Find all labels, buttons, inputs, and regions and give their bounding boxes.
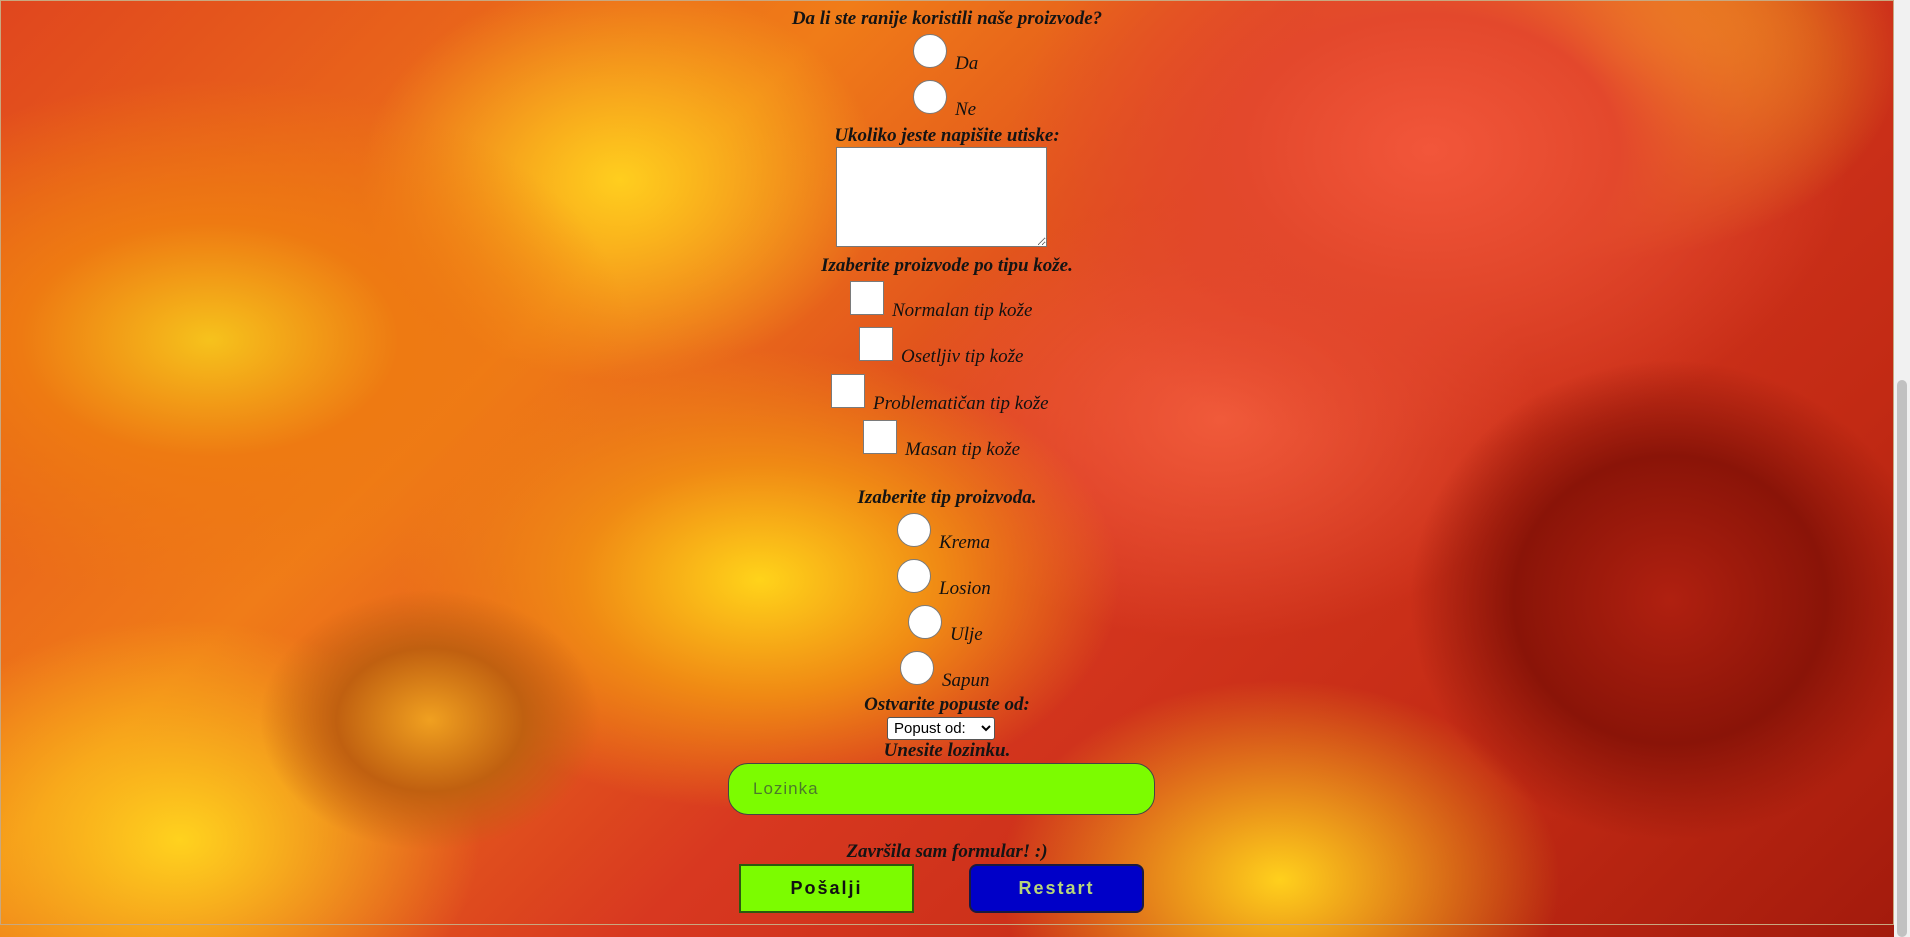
checkbox-label: Masan tip kože [905, 439, 1021, 460]
question-skin-type: Izaberite proizvode po tipu kože. [821, 255, 1073, 276]
checkbox-sensitive-skin[interactable]: Osetljiv tip kože [859, 327, 1023, 367]
vertical-scrollbar[interactable] [1894, 0, 1910, 937]
radio-button[interactable] [900, 651, 934, 685]
checkbox[interactable] [831, 374, 865, 408]
checkbox[interactable] [863, 420, 897, 454]
radio-option-ne[interactable]: Ne [913, 80, 976, 120]
checkbox-label: Osetljiv tip kože [901, 346, 1024, 367]
radio-button[interactable] [913, 80, 947, 114]
question-used-before: Da li ste ranije koristili naše proizvod… [791, 8, 1103, 29]
checkbox[interactable] [859, 327, 893, 361]
radio-option-sapun[interactable]: Sapun [900, 651, 990, 691]
checkbox-problematic-skin[interactable]: Problematičan tip kože [831, 374, 1049, 414]
radio-label: Losion [939, 578, 991, 599]
reset-button[interactable]: Restart [969, 864, 1144, 913]
radio-option-krema[interactable]: Krema [897, 513, 990, 553]
radio-label: Krema [939, 532, 991, 553]
form-done-text: Završila sam formular! :) [846, 841, 1048, 862]
checkbox-label: Problematičan tip kože [873, 393, 1049, 414]
checkbox-oily-skin[interactable]: Masan tip kože [863, 420, 1020, 460]
radio-label: Sapun [942, 670, 990, 691]
radio-label: Ulje [950, 624, 983, 645]
checkbox[interactable] [850, 281, 884, 315]
radio-button[interactable] [897, 559, 931, 593]
checkbox-label: Normalan tip kože [892, 300, 1033, 321]
submit-button[interactable]: Pošalji [739, 864, 914, 913]
question-password: Unesite lozinku. [883, 740, 1011, 761]
password-input[interactable] [728, 763, 1155, 815]
checkbox-normal-skin[interactable]: Normalan tip kože [850, 281, 1032, 321]
question-discount: Ostvarite popuste od: [864, 694, 1030, 715]
radio-option-losion[interactable]: Losion [897, 559, 991, 599]
radio-button[interactable] [913, 34, 947, 68]
question-comment: Ukoliko jeste napišite utiske: [834, 125, 1060, 146]
question-product-type: Izaberite tip proizvoda. [857, 487, 1037, 508]
radio-button[interactable] [908, 605, 942, 639]
radio-button[interactable] [897, 513, 931, 547]
comment-textarea[interactable] [836, 147, 1047, 247]
radio-option-da[interactable]: Da [913, 34, 978, 74]
radio-label: Ne [955, 99, 977, 120]
scrollbar-thumb[interactable] [1897, 380, 1907, 937]
discount-select[interactable]: Popust od: [887, 717, 995, 740]
radio-option-ulje[interactable]: Ulje [908, 605, 983, 645]
radio-label: Da [955, 53, 979, 74]
